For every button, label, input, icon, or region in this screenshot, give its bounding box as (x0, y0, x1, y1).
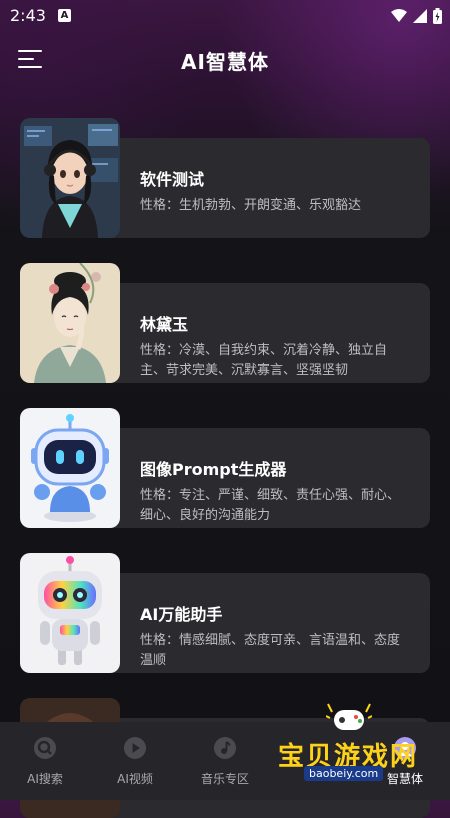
signal-icon (413, 9, 427, 23)
notification-icon: A (58, 9, 71, 22)
card-description: 性格：专注、严谨、细致、责任心强、耐心、细心、良好的沟通能力 (140, 488, 401, 523)
card-description: 性格：生机勃勃、开朗变通、乐观豁达 (140, 198, 362, 213)
agent-card-lin-daiyu[interactable]: 林黛玉 性格：冷漠、自我约束、沉着冷静、独立自主、苛求完美、沉默寡言、坚强坚韧 (20, 263, 430, 383)
status-icons (391, 7, 442, 25)
nav-ai-search[interactable]: AI搜索 (0, 736, 90, 787)
play-icon (124, 737, 146, 759)
rainbow-robot-image (20, 553, 120, 673)
game-controller-icon (326, 703, 372, 730)
chinese-painting-woman-image (20, 263, 120, 383)
nav-label: 音乐专区 (200, 772, 249, 786)
status-bar: 2:43 A (0, 0, 450, 32)
agent-card-ai-assistant[interactable]: AI万能助手 性格：情感细腻、态度可亲、言语温和、态度温顺 (20, 553, 430, 673)
nav-ai-video[interactable]: AI视频 (90, 736, 180, 787)
nav-label: AI搜索 (27, 772, 63, 786)
status-time: 2:43 (10, 6, 46, 25)
nav-label: AI视频 (117, 772, 153, 786)
agent-card-software-test[interactable]: 软件测试 性格：生机勃勃、开朗变通、乐观豁达 (20, 118, 430, 238)
card-title: 林黛玉 (140, 315, 189, 334)
nav-music-zone[interactable]: 音乐专区 (180, 736, 270, 787)
card-title: 图像Prompt生成器 (140, 460, 287, 479)
card-description: 性格：冷漠、自我约束、沉着冷静、独立自主、苛求完美、沉默寡言、坚强坚韧 (140, 343, 388, 378)
wifi-icon (391, 9, 407, 22)
anime-girl-headphones-image (20, 118, 120, 238)
app-header: AI智慧体 (0, 36, 450, 84)
page-title: AI智慧体 (181, 50, 269, 74)
search-icon (34, 737, 56, 759)
card-title: 软件测试 (140, 170, 205, 189)
watermark: 宝贝游戏网 baobeiy.com (272, 700, 432, 781)
music-note-icon (214, 737, 236, 759)
blue-robot-image (20, 408, 120, 528)
card-title: AI万能助手 (140, 605, 223, 624)
agent-card-prompt-generator[interactable]: 图像Prompt生成器 性格：专注、严谨、细致、责任心强、耐心、细心、良好的沟通… (20, 408, 430, 528)
battery-icon (433, 8, 442, 24)
watermark-url: baobeiy.com (304, 766, 384, 781)
card-description: 性格：情感细腻、态度可亲、言语温和、态度温顺 (140, 633, 401, 668)
